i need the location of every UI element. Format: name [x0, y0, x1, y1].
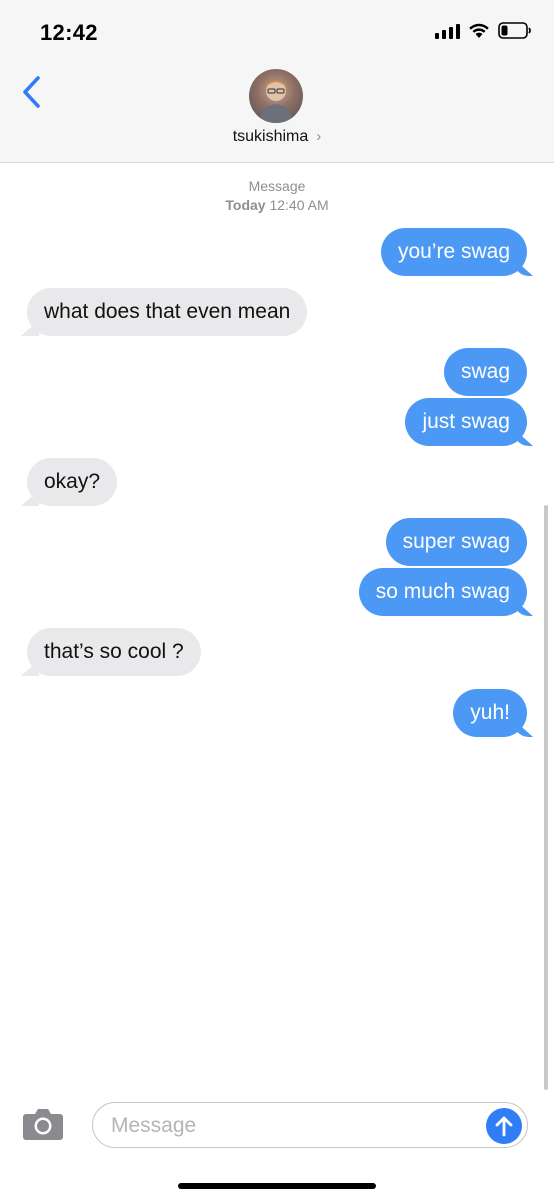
- chevron-left-icon: [23, 76, 40, 108]
- contact-avatar[interactable]: [249, 69, 303, 123]
- message-bubble-received[interactable]: okay?: [27, 458, 118, 506]
- contact-name: tsukishima: [232, 128, 309, 145]
- status-time: 12:42: [40, 20, 98, 45]
- service-label: Message: [248, 178, 306, 194]
- contact-name-button[interactable]: tsukishima ›: [0, 128, 554, 146]
- message-bubble-received[interactable]: what does that even mean: [27, 288, 308, 336]
- status-icons: [435, 22, 532, 39]
- message-bubble-sent[interactable]: swag: [443, 348, 527, 396]
- home-indicator[interactable]: [178, 1183, 376, 1189]
- message-bubble-sent[interactable]: so much swag: [358, 568, 527, 616]
- message-bubble-received[interactable]: that’s so cool ?: [27, 628, 201, 676]
- send-button[interactable]: [486, 1108, 522, 1144]
- timestamp: Today 12:40 AM: [0, 197, 554, 213]
- message-bubble-sent[interactable]: yuh!: [453, 689, 527, 737]
- message-input-container[interactable]: [92, 1102, 528, 1148]
- camera-icon: [23, 1109, 63, 1140]
- message-bubble-sent[interactable]: you’re swag: [380, 228, 527, 276]
- message-bubble-sent[interactable]: super swag: [385, 518, 527, 566]
- cellular-signal-icon: [435, 23, 460, 39]
- message-input[interactable]: [111, 1111, 481, 1141]
- wifi-icon: [468, 23, 490, 39]
- scroll-indicator[interactable]: [544, 505, 548, 1090]
- navigation-header: 12:42 tsukishima ›: [0, 0, 554, 163]
- back-button[interactable]: [18, 74, 46, 110]
- avatar-image: [259, 80, 293, 123]
- battery-icon: [498, 22, 532, 39]
- camera-button[interactable]: [22, 1107, 64, 1141]
- chevron-right-icon: ›: [316, 128, 322, 145]
- timestamp-time: 12:40 AM: [269, 197, 329, 213]
- message-bubble-sent[interactable]: just swag: [405, 398, 527, 446]
- timestamp-day: Today: [225, 197, 266, 213]
- arrow-up-icon: [495, 1116, 513, 1137]
